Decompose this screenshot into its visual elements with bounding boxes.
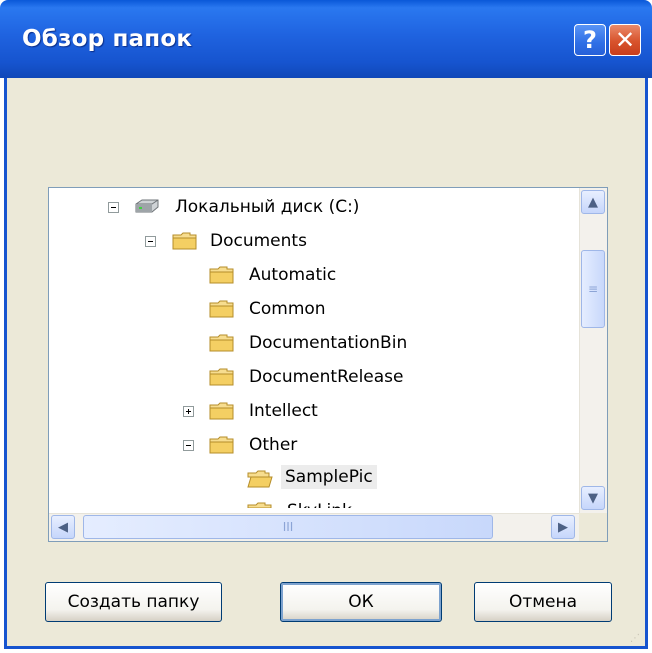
tree-item-label: DocumentationBin xyxy=(249,333,408,353)
tree-item-other[interactable]: Other xyxy=(49,430,579,460)
expand-icon[interactable] xyxy=(183,406,194,417)
chevron-left-icon: ◀ xyxy=(58,519,68,535)
folder-open-icon xyxy=(247,470,273,488)
chevron-down-icon: ▼ xyxy=(588,490,598,506)
folder-tree[interactable]: Локальный диск (C:) Documents Automatic xyxy=(48,187,608,542)
tree-item-documentationbin[interactable]: DocumentationBin xyxy=(49,328,579,358)
tree-item-intellect[interactable]: Intellect xyxy=(49,396,579,426)
browse-folders-dialog: Обзор папок ? ✕ Локальный диск (C:) Docu… xyxy=(0,0,652,653)
folder-icon xyxy=(209,300,234,318)
tree-item-automatic[interactable]: Automatic xyxy=(49,260,579,290)
ok-button[interactable]: ОК xyxy=(280,582,442,622)
tree-item-label: Common xyxy=(249,299,326,319)
collapse-icon[interactable] xyxy=(145,236,156,247)
tree-item-samplepic[interactable]: SamplePic xyxy=(49,464,579,494)
tree-item-label: DocumentRelease xyxy=(249,367,404,387)
folder-icon xyxy=(209,402,234,420)
collapse-icon[interactable] xyxy=(108,202,119,213)
folder-icon xyxy=(172,232,197,250)
folder-icon xyxy=(209,368,234,386)
scrollbar-corner xyxy=(579,513,607,541)
horizontal-scroll-thumb[interactable]: III xyxy=(83,515,493,539)
folder-icon xyxy=(247,502,272,508)
collapse-icon[interactable] xyxy=(183,440,194,451)
tree-item-label: Automatic xyxy=(249,265,337,285)
tree-item-label: Other xyxy=(249,435,298,455)
folder-icon xyxy=(209,266,234,284)
dialog-title: Обзор папок xyxy=(22,26,193,52)
folder-icon xyxy=(209,436,234,454)
title-bar[interactable]: Обзор папок ? ✕ xyxy=(0,0,652,78)
close-button[interactable]: ✕ xyxy=(609,24,641,56)
help-button[interactable]: ? xyxy=(574,24,606,56)
tree-item-label: Intellect xyxy=(249,401,318,421)
tree-item-label: Локальный диск (C:) xyxy=(175,197,360,217)
new-folder-button[interactable]: Создать папку xyxy=(45,582,222,622)
horizontal-scrollbar[interactable]: ◀ III ▶ xyxy=(49,513,579,541)
tree-item-label: SkyLink xyxy=(283,499,356,508)
scroll-left-button[interactable]: ◀ xyxy=(51,515,75,539)
vertical-scrollbar[interactable]: ▲ ≡ ▼ xyxy=(579,188,607,513)
tree-item-label: Documents xyxy=(210,231,307,251)
close-icon: ✕ xyxy=(614,26,636,54)
tree-item-documentrelease[interactable]: DocumentRelease xyxy=(49,362,579,392)
drive-icon xyxy=(135,199,159,213)
chevron-up-icon: ▲ xyxy=(588,194,598,210)
tree-item-common[interactable]: Common xyxy=(49,294,579,324)
cancel-button[interactable]: Отмена xyxy=(474,582,612,622)
tree-item-label: SamplePic xyxy=(281,465,377,489)
tree-content: Локальный диск (C:) Documents Automatic xyxy=(49,188,579,508)
vertical-scroll-thumb[interactable]: ≡ xyxy=(581,250,605,328)
chevron-right-icon: ▶ xyxy=(558,519,568,535)
help-icon: ? xyxy=(583,26,597,54)
tree-item-local-disk[interactable]: Локальный диск (C:) xyxy=(49,192,579,222)
tree-item-skylink[interactable]: SkyLink xyxy=(49,496,579,508)
folder-icon xyxy=(209,334,234,352)
resize-grip-icon[interactable]: ⋰ xyxy=(630,633,644,647)
grip-icon: ≡ xyxy=(587,282,599,296)
tree-item-documents[interactable]: Documents xyxy=(49,226,579,256)
grip-icon: III xyxy=(282,520,294,534)
scroll-down-button[interactable]: ▼ xyxy=(581,486,605,510)
scroll-up-button[interactable]: ▲ xyxy=(581,190,605,214)
scroll-right-button[interactable]: ▶ xyxy=(551,515,575,539)
